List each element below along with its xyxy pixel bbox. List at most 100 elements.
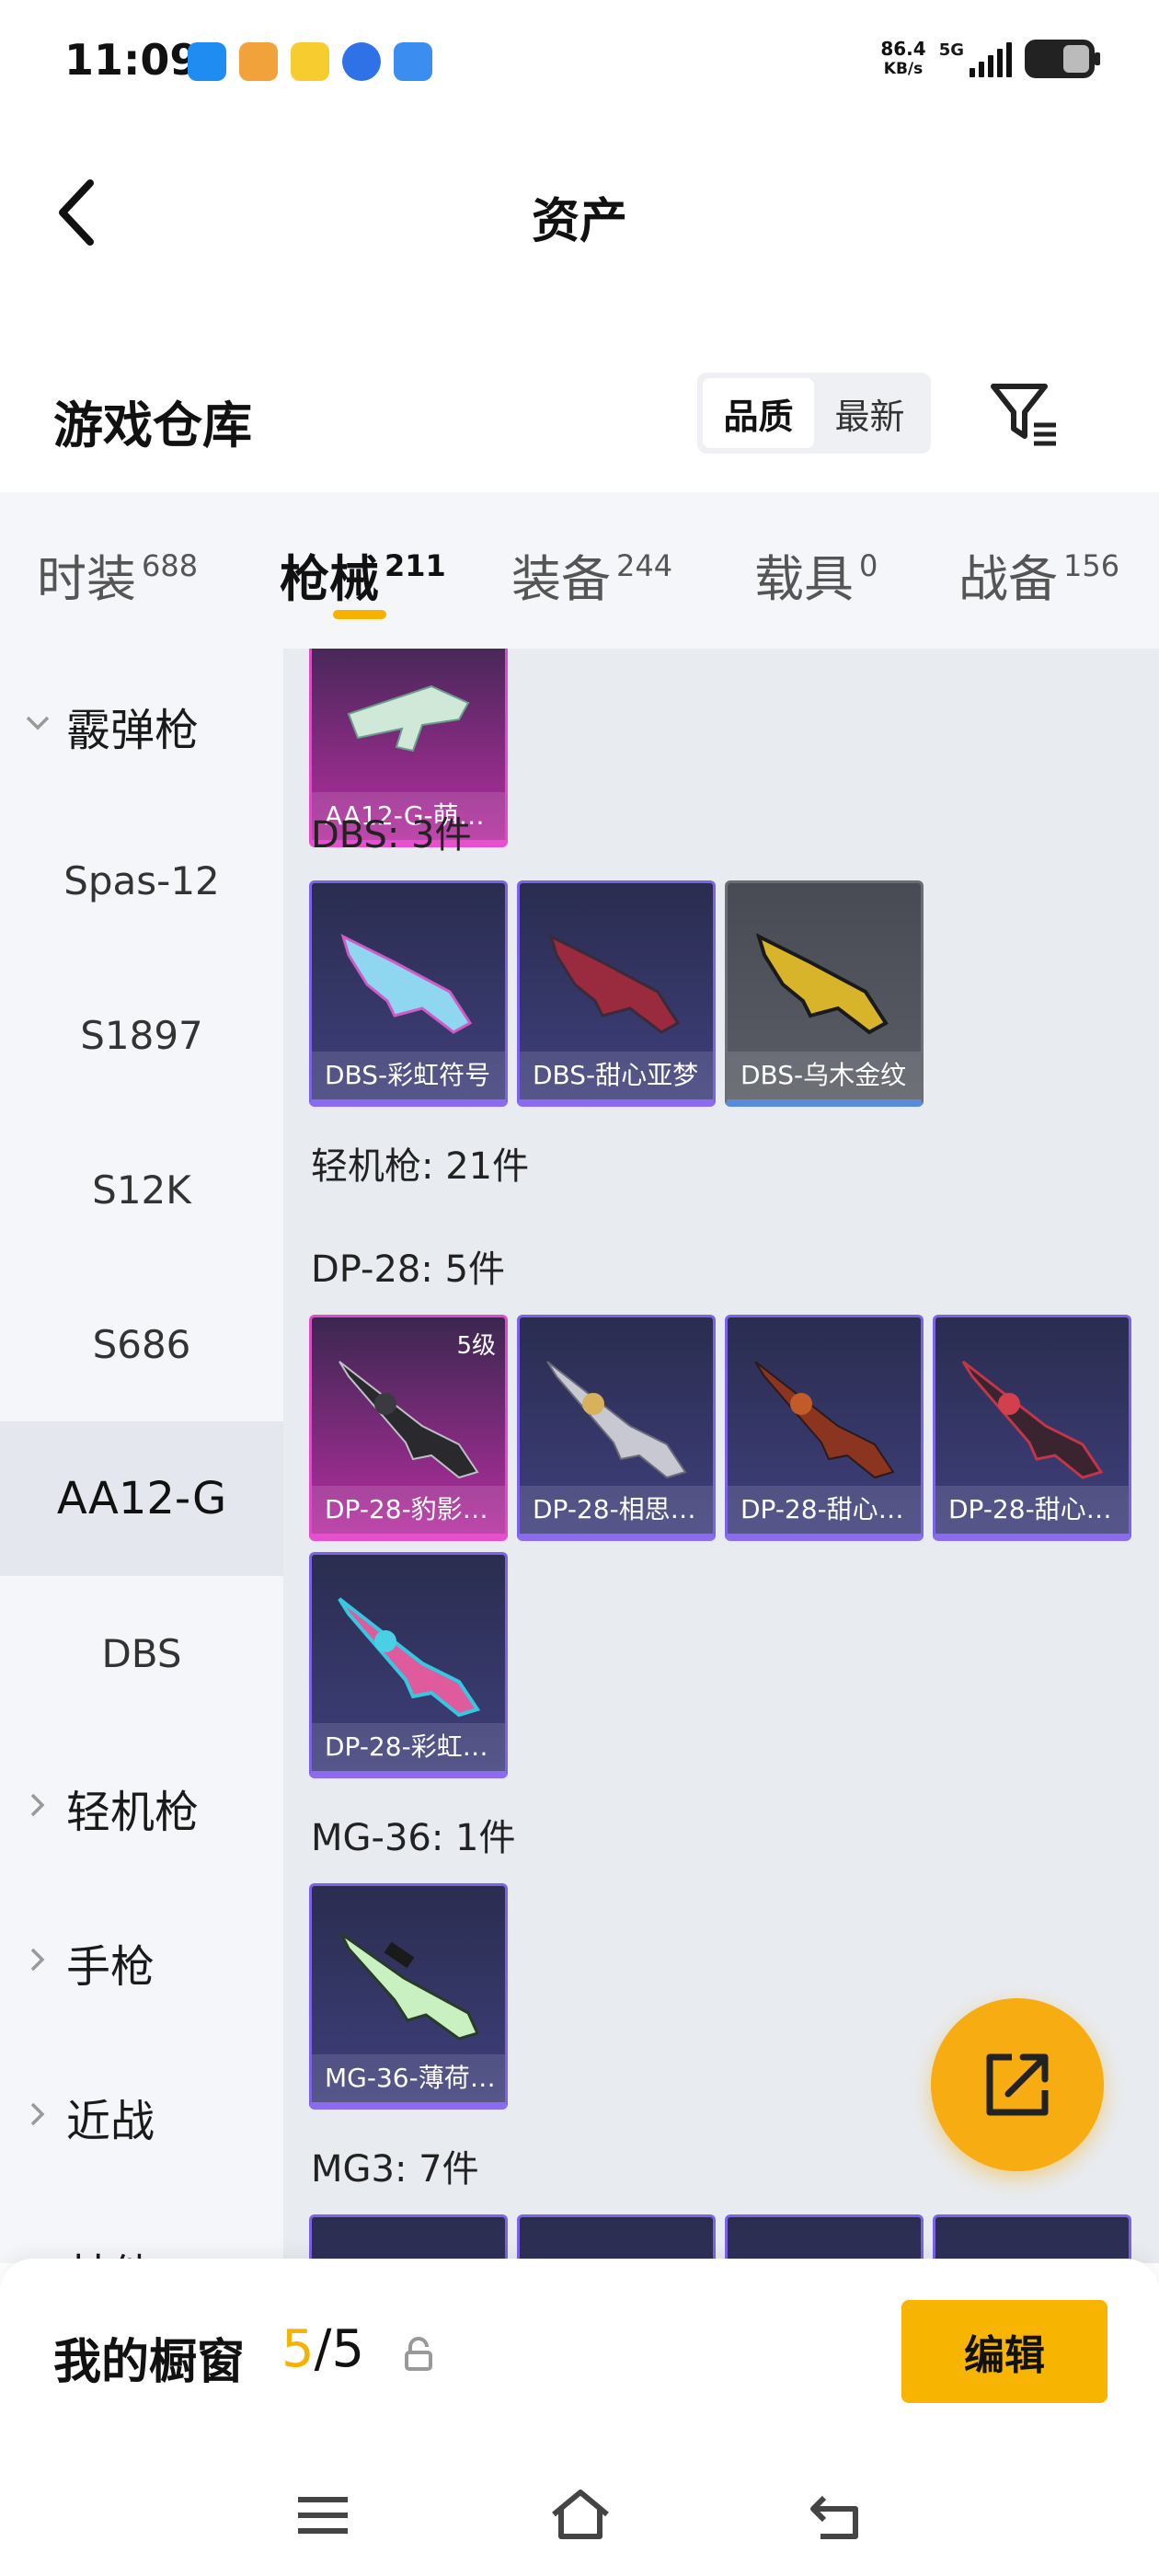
- showcase-count: 5/5: [281, 2319, 364, 2379]
- weapon-card[interactable]: 5级 DP-28-豹影…: [309, 1315, 508, 1541]
- weapon-card-name: DP-28-彩虹…: [312, 1723, 505, 1771]
- filter-button[interactable]: [988, 379, 1061, 449]
- weapon-sidebar: 霰弹枪 Spas-12 S1897 S12K S686 AA12-G DBS 轻…: [0, 649, 283, 2263]
- category-tabs: 时装 688 枪械 211 装备 244 载具 0 战备 156: [0, 492, 1159, 649]
- weapon-card[interactable]: [517, 2214, 716, 2263]
- showcase-panel: 我的橱窗 5/5 编辑: [0, 2259, 1159, 2576]
- weapon-card-name: DBS-乌木金纹: [728, 1052, 921, 1099]
- machine-gun-icon: [546, 1361, 687, 1479]
- sidebar-group-label: 霰弹枪: [66, 705, 200, 756]
- sidebar-group-shotgun[interactable]: 霰弹枪: [0, 649, 283, 803]
- weapon-card-name: DBS-彩虹符号: [312, 1052, 505, 1099]
- machine-gun-icon: [754, 1361, 895, 1479]
- home-icon[interactable]: [548, 2483, 613, 2547]
- category-label-dp28: DP-28: 5件: [311, 1248, 506, 1291]
- status-time: 11:09: [64, 35, 200, 85]
- battery-icon: [1025, 40, 1100, 78]
- net-speed-value: 86.4: [880, 38, 926, 60]
- category-label-dbs: DBS: 3件: [311, 814, 472, 857]
- baidu-icon: [342, 42, 381, 81]
- tab-count: 156: [1063, 548, 1120, 583]
- sidebar-group-melee[interactable]: 近战: [0, 2040, 283, 2194]
- network-type: 5G: [938, 40, 964, 60]
- tab-outfits[interactable]: 时装 688: [37, 538, 198, 611]
- back-nav-icon[interactable]: [806, 2483, 870, 2547]
- sidebar-group-label: 轻机枪: [66, 1787, 200, 1838]
- sidebar-item-s12k[interactable]: S12K: [0, 1112, 283, 1267]
- sidebar-item-aa12g[interactable]: AA12-G: [0, 1421, 283, 1576]
- edit-showcase-button[interactable]: 编辑: [901, 2300, 1107, 2403]
- showcase-total: /5: [314, 2319, 365, 2379]
- sidebar-group-label: 近战: [66, 2096, 155, 2147]
- weapon-card[interactable]: DBS-彩虹符号: [309, 880, 508, 1107]
- chevron-right-icon: [30, 1793, 45, 1817]
- tab-count: 0: [859, 548, 878, 583]
- signal-icon: 5G: [939, 40, 1012, 77]
- app-icon-orange: [239, 42, 278, 81]
- tab-label: 载具: [754, 550, 854, 608]
- weapon-card[interactable]: [309, 2214, 508, 2263]
- sidebar-group-label: 手枪: [66, 1941, 155, 1993]
- weapon-card-name: DP-28-豹影…: [312, 1486, 505, 1534]
- showcase-current: 5: [281, 2319, 315, 2379]
- sidebar-group-pistol[interactable]: 手枪: [0, 1885, 283, 2040]
- chevron-down-icon: [26, 716, 50, 730]
- status-app-icons: [188, 42, 432, 81]
- tab-equipment[interactable]: 装备 244: [511, 538, 672, 611]
- share-icon: [986, 2053, 1049, 2116]
- weapon-level-badge: 5级: [456, 1332, 496, 1360]
- tab-label: 战备: [958, 550, 1058, 608]
- sidebar-group-other[interactable]: 其他: [0, 2194, 283, 2263]
- sidebar-item-dbs[interactable]: DBS: [0, 1576, 283, 1731]
- sort-quality-button[interactable]: 品质: [703, 378, 814, 448]
- weapon-card-name: DP-28-甜心…: [728, 1486, 921, 1534]
- machine-gun-icon: [961, 1360, 1104, 1479]
- shotgun-icon: [755, 933, 889, 1035]
- weapon-card-name: DBS-甜心亚梦: [520, 1052, 713, 1099]
- weapon-card[interactable]: DP-28-相思…: [517, 1315, 716, 1541]
- sort-toggle: 品质 最新: [697, 373, 931, 454]
- sidebar-item-spas12[interactable]: Spas-12: [0, 803, 283, 958]
- warehouse-title: 游戏仓库: [53, 397, 252, 454]
- weapon-card[interactable]: [725, 2214, 924, 2263]
- net-speed-unit: KB/s: [883, 60, 924, 78]
- active-tab-indicator: [333, 610, 386, 619]
- net-speed: 86.4 KB/s: [880, 39, 925, 79]
- app-icon-yellow: [291, 42, 329, 81]
- tab-label: 时装: [37, 550, 136, 608]
- rifle-icon: [339, 1932, 480, 2041]
- machine-gun-icon: [339, 1361, 479, 1479]
- weapon-card[interactable]: DP-28-彩虹…: [309, 1552, 508, 1778]
- chevron-right-icon: [30, 2102, 45, 2126]
- status-bar: 11:09 86.4 KB/s 5G: [0, 0, 1159, 120]
- weapon-card[interactable]: DP-28-甜心…: [933, 1315, 1131, 1541]
- weapon-card[interactable]: MG-36-薄荷…: [309, 1883, 508, 2110]
- sidebar-item-s686[interactable]: S686: [0, 1267, 283, 1421]
- sidebar-group-lmg[interactable]: 轻机枪: [0, 1731, 283, 1885]
- filter-icon: [991, 384, 1056, 446]
- shotgun-icon: [548, 934, 681, 1034]
- sort-newest-button[interactable]: 最新: [814, 378, 925, 448]
- share-button[interactable]: [931, 1998, 1104, 2171]
- tab-count: 688: [142, 548, 199, 583]
- tab-firearms[interactable]: 枪械 211: [280, 538, 446, 611]
- weapon-card-name: DP-28-相思…: [520, 1486, 713, 1534]
- menu-icon[interactable]: [291, 2483, 355, 2547]
- chevron-right-icon: [30, 1948, 45, 1972]
- lock-icon: [405, 2337, 432, 2371]
- sidebar-item-s1897[interactable]: S1897: [0, 958, 283, 1112]
- shotgun-icon: [347, 684, 470, 753]
- weapon-card[interactable]: DBS-乌木金纹: [725, 880, 924, 1107]
- status-right: 86.4 KB/s 5G: [880, 39, 1100, 79]
- system-nav-bar: [0, 2461, 1159, 2571]
- weapon-card[interactable]: DP-28-甜心…: [725, 1315, 924, 1541]
- weapon-card[interactable]: [933, 2214, 1131, 2263]
- tab-supplies[interactable]: 战备 156: [958, 538, 1119, 611]
- tab-count: 244: [616, 548, 673, 583]
- shotgun-icon: [340, 934, 473, 1034]
- tab-vehicles[interactable]: 载具 0: [754, 538, 878, 611]
- page-title: 资产: [531, 194, 627, 249]
- tab-label: 枪械: [280, 550, 379, 608]
- weapon-card[interactable]: DBS-甜心亚梦: [517, 880, 716, 1107]
- weapon-card-name: DP-28-甜心…: [935, 1486, 1129, 1534]
